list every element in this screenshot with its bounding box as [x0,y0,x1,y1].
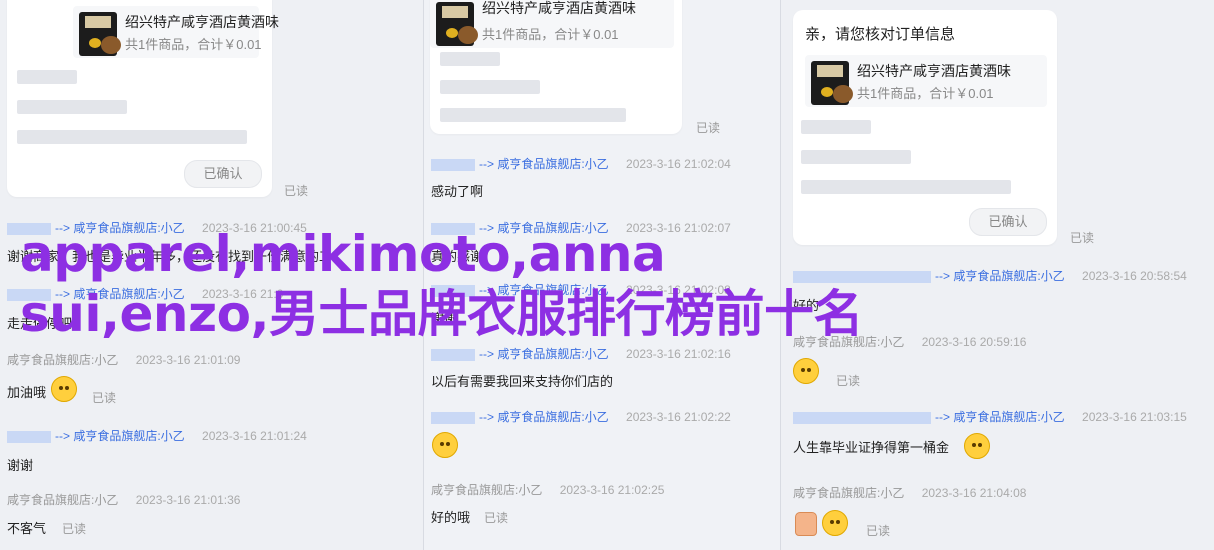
message-time: 2023-3-16 21:01:36 [135,493,241,507]
product-meta: 共1件商品，合计￥0.01 [125,37,262,52]
arrow-label: --> [479,347,494,361]
overlay-line-1: apparel,mikimoto,anna [20,225,666,283]
pleading-emoji-icon [432,432,458,458]
read-status: 已读 [1070,231,1095,245]
redacted-sender [793,411,931,424]
product-image [811,61,853,105]
message-time: 2023-3-16 21:02:22 [626,410,731,424]
message-text: 以后有需要我回来支持你们店的 [431,374,614,389]
message-header: --> 咸亨食品旗舰店:小乙 2023-3-16 21:03:15 [793,409,1187,425]
redacted-field [440,52,500,66]
agent-name[interactable]: 咸亨食品旗舰店:小乙 [953,410,1064,424]
thinking-emoji-icon [793,358,819,384]
redacted-field [801,180,1011,194]
order-card: 亲，请您核对订单信息 绍兴特产咸亨酒店黄酒味 共1件商品，合计￥0.01 已确认 [793,10,1057,245]
message-header: --> 咸亨食品旗舰店:小乙 2023-3-16 21:02:16 [431,346,731,362]
message-text: 不客气 [7,521,47,536]
agent-name[interactable]: 咸亨食品旗舰店:小乙 [431,483,542,497]
arrow-label: --> [479,157,494,171]
message-header: 咸亨食品旗舰店:小乙 2023-3-16 21:01:09 [7,352,240,368]
read-status: 已读 [92,391,117,405]
redacted-field [801,150,911,164]
product-meta: 共1件商品，合计￥0.01 [482,27,619,42]
order-prompt: 亲，请您核对订单信息 [805,26,956,43]
redacted-field [440,80,540,94]
message-time: 2023-3-16 21:02:16 [626,347,731,361]
product-name: 绍兴特产咸亨酒店黄酒味 [857,63,1011,79]
redacted-sender [7,430,51,443]
thumbs-up-icon [795,512,817,536]
agent-name[interactable]: 咸亨食品旗舰店:小乙 [497,410,608,424]
product-image [436,2,478,46]
confirmed-button[interactable]: 已确认 [184,160,262,188]
read-status: 已读 [836,374,861,388]
message-time: 2023-3-16 21:01:09 [135,353,241,367]
product-item[interactable]: 绍兴特产咸亨酒店黄酒味 共1件商品，合计￥0.01 [805,55,1047,107]
read-status: 已读 [484,511,509,525]
redacted-field [17,100,127,114]
thinking-emoji-icon [822,510,848,536]
overlay-line-2: sui,enzo,男士品牌衣服排行榜前十名 [20,285,863,343]
message-header: --> 咸亨食品旗舰店:小乙 2023-3-16 21:02:22 [431,409,731,425]
product-meta: 共1件商品，合计￥0.01 [857,86,994,101]
agent-name[interactable]: 咸亨食品旗舰店:小乙 [497,157,608,171]
message-time: 2023-3-16 21:03:15 [1082,410,1187,424]
agent-name[interactable]: 咸亨食品旗舰店:小乙 [73,429,184,443]
message-header: 咸亨食品旗舰店:小乙 2023-3-16 21:02:25 [431,482,664,498]
redacted-sender [431,348,475,361]
message-header: 咸亨食品旗舰店:小乙 2023-3-16 21:04:08 [793,485,1026,501]
agent-name[interactable]: 咸亨食品旗舰店:小乙 [7,493,118,507]
redacted-field [440,108,626,122]
message-time: 2023-3-16 20:58:54 [1082,269,1187,283]
product-image [79,12,121,56]
product-name: 绍兴特产咸亨酒店黄酒味 [125,14,279,30]
message-time: 2023-3-16 21:02:04 [626,157,731,171]
order-card: 绍兴特产咸亨酒店黄酒味 共1件商品，合计￥0.01 已确认 [7,0,279,197]
redacted-sender [431,411,475,424]
message-time: 2023-3-16 21:02:25 [559,483,665,497]
redacted-field [801,120,871,134]
message-header: 咸亨食品旗舰店:小乙 2023-3-16 21:01:36 [7,492,240,508]
message-time: 2023-3-16 21:04:08 [921,486,1027,500]
read-status: 已读 [284,184,309,198]
tears-emoji-icon [964,433,990,459]
agent-name[interactable]: 咸亨食品旗舰店:小乙 [7,353,118,367]
redacted-sender [431,158,475,171]
message-header: --> 咸亨食品旗舰店:小乙 2023-3-16 21:01:24 [7,428,307,444]
message-text: 加油哦 [7,385,47,400]
read-status: 已读 [866,524,891,538]
read-status: 已读 [62,522,87,536]
message-text: 好的哦 [431,510,471,525]
message-text: 感动了啊 [431,184,484,199]
message-time: 2023-3-16 21:01:24 [202,429,307,443]
overlay-title: apparel,mikimoto,anna sui,enzo,男士品牌衣服排行榜… [20,224,980,344]
agent-name[interactable]: 咸亨食品旗舰店:小乙 [793,486,904,500]
arrow-label: --> [935,410,950,424]
agent-name[interactable]: 咸亨食品旗舰店:小乙 [497,347,608,361]
message-text: 谢谢 [7,458,34,473]
read-status: 已读 [696,121,721,135]
order-card: 绍兴特产咸亨酒店黄酒味 共1件商品，合计￥0.01 [430,0,682,134]
message-header: --> 咸亨食品旗舰店:小乙 2023-3-16 21:02:04 [431,156,731,172]
product-name: 绍兴特产咸亨酒店黄酒味 [482,0,636,16]
product-item[interactable]: 绍兴特产咸亨酒店黄酒味 共1件商品，合计￥0.01 [430,0,674,48]
product-item[interactable]: 绍兴特产咸亨酒店黄酒味 共1件商品，合计￥0.01 [73,6,279,58]
message-text: 人生靠毕业证挣得第一桶金 [793,440,950,455]
confirmed-button[interactable]: 已确认 [969,208,1047,236]
redacted-field [17,70,77,84]
arrow-label: --> [479,410,494,424]
smile-emoji-icon [51,376,77,402]
redacted-field [17,130,247,144]
arrow-label: --> [55,429,70,443]
